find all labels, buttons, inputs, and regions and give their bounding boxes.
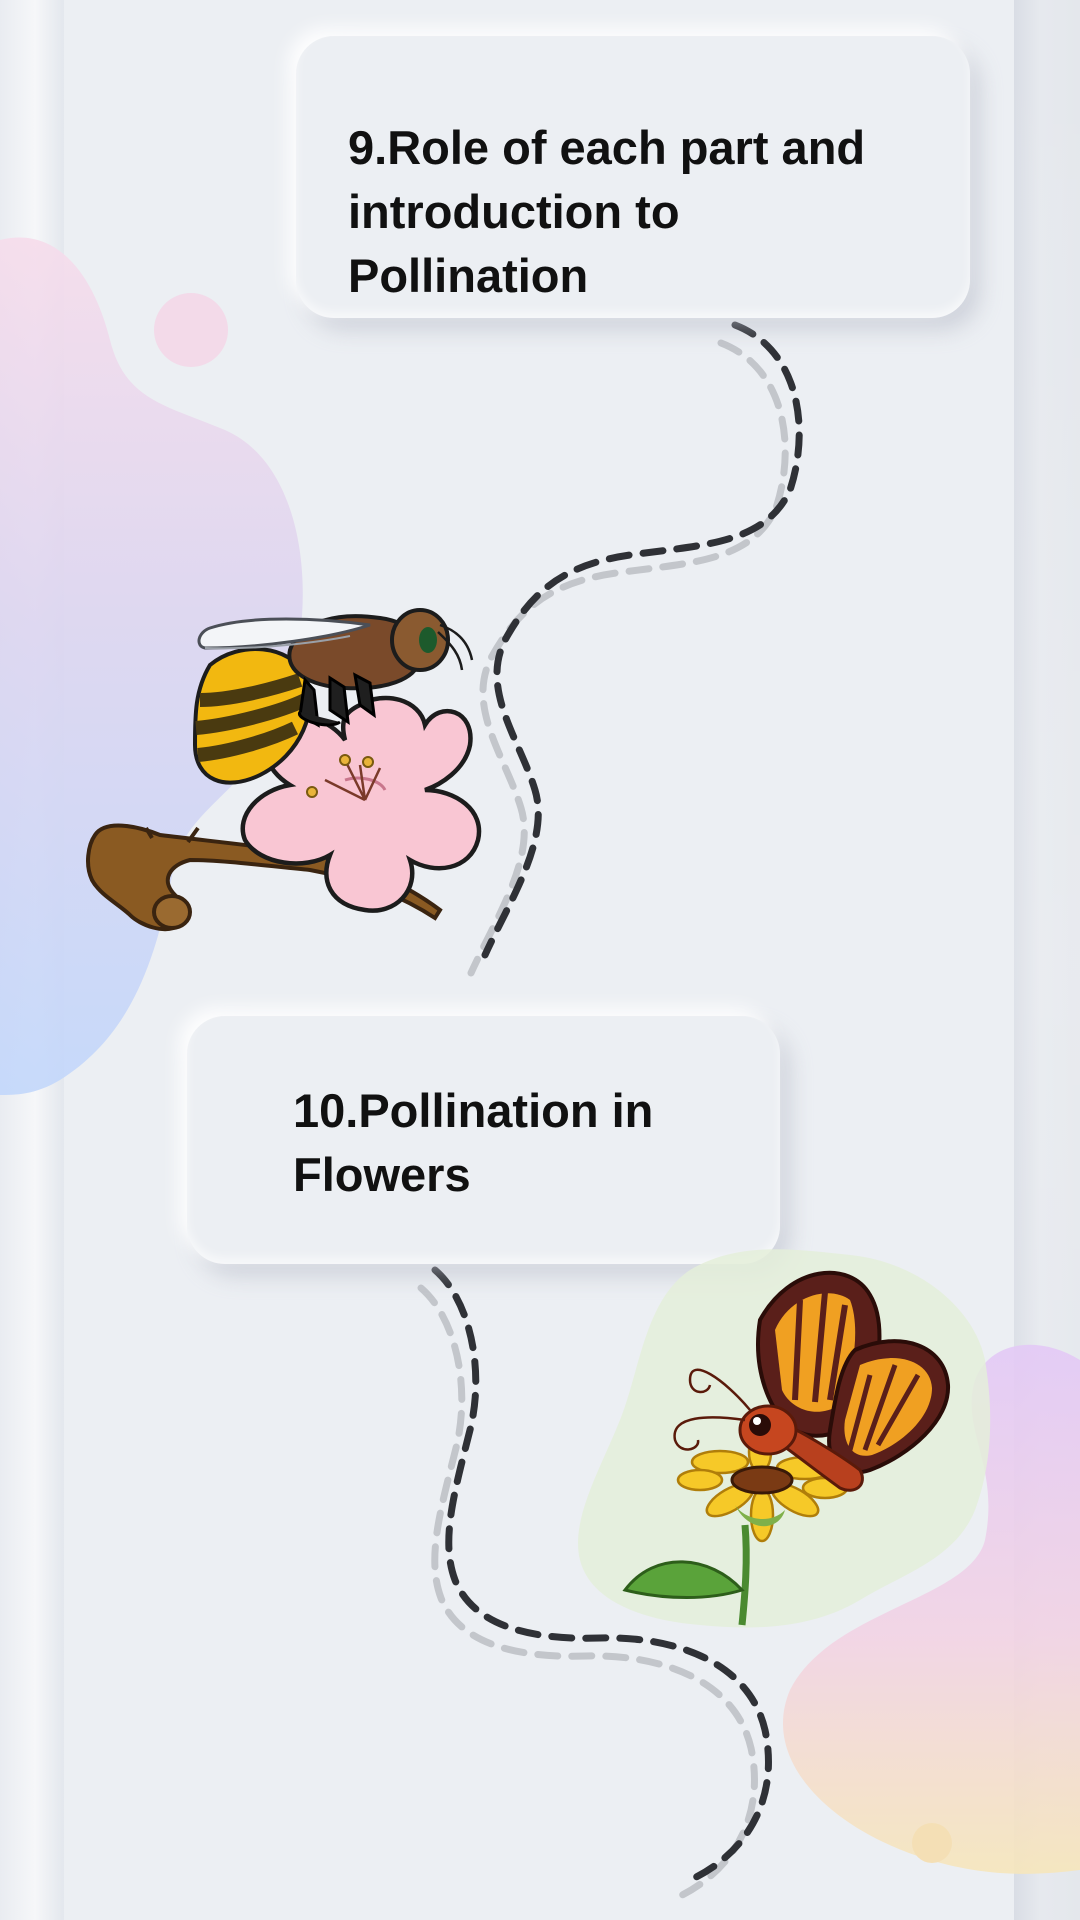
lesson-path-screen: 9.Role of each part and introduction to … bbox=[0, 0, 1080, 1920]
butterfly-on-sunflower-illustration bbox=[578, 1249, 991, 1628]
